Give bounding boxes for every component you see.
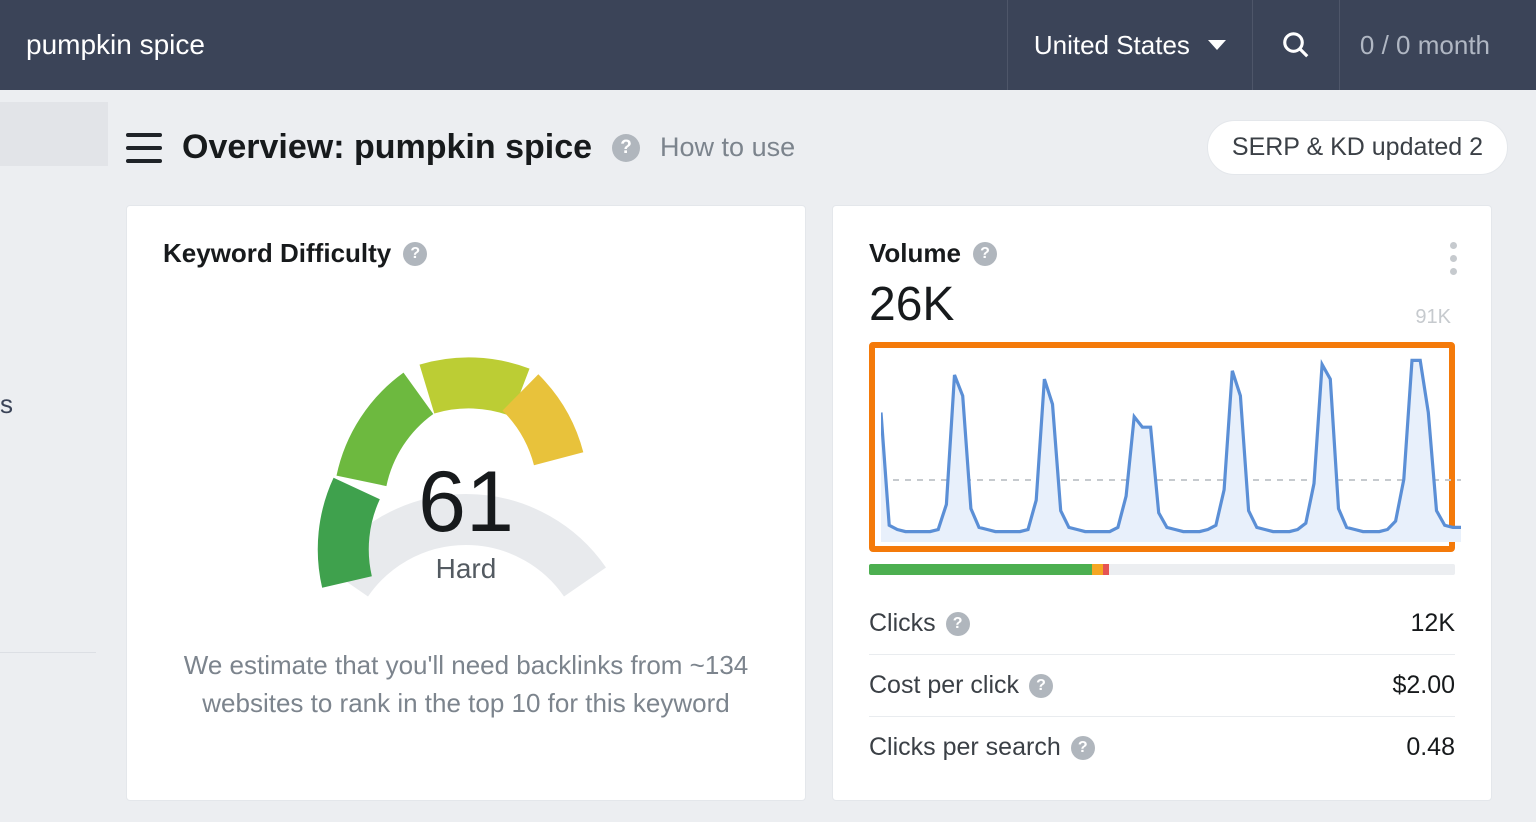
search-button[interactable] [1252, 0, 1339, 90]
how-to-use-link[interactable]: How to use [660, 132, 795, 163]
kd-value: 61 [296, 453, 636, 552]
help-icon[interactable]: ? [612, 134, 640, 162]
country-select[interactable]: United States [1007, 0, 1252, 90]
help-icon[interactable]: ? [403, 242, 427, 266]
keyword-search-input[interactable] [26, 29, 1007, 61]
sidebar-divider [0, 652, 96, 653]
volume-card: Volume ? 26K 91K Clicks ? 12K Cost per cli… [832, 205, 1492, 801]
dist-seg-empty [1109, 564, 1455, 575]
more-icon[interactable] [1450, 242, 1457, 275]
volume-value: 26K [869, 277, 1455, 332]
help-icon[interactable]: ? [946, 612, 970, 636]
keyword-difficulty-card: Keyword Difficulty ? 61 Hard We estimate… [126, 205, 806, 801]
metric-row: Clicks ? 12K [869, 593, 1455, 655]
metric-label: Cost per click ? [869, 671, 1053, 700]
clicks-distribution-bar [869, 564, 1455, 575]
update-status-pill[interactable]: SERP & KD updated 2 [1207, 120, 1508, 175]
chevron-down-icon [1208, 40, 1226, 50]
dist-seg-orange [1092, 564, 1104, 575]
metric-value: 0.48 [1406, 733, 1455, 762]
metric-value: $2.00 [1392, 671, 1455, 700]
help-icon[interactable]: ? [1029, 674, 1053, 698]
metric-row: Cost per click ? $2.00 [869, 655, 1455, 717]
volume-trend-highlight [869, 342, 1455, 552]
content-area: Keyword Difficulty ? 61 Hard We estimate… [0, 205, 1536, 801]
metric-label: Clicks per search ? [869, 733, 1095, 762]
volume-title: Volume ? [869, 238, 1455, 269]
metric-row: Clicks per search ? 0.48 [869, 717, 1455, 778]
metric-value: 12K [1411, 609, 1455, 638]
kd-label: Hard [296, 553, 636, 585]
kd-gauge: 61 Hard [163, 327, 769, 537]
menu-icon[interactable] [126, 133, 162, 163]
dist-seg-green [869, 564, 1092, 575]
volume-metrics: Clicks ? 12K Cost per click ? $2.00 Clicks p… [869, 593, 1455, 778]
country-label: United States [1034, 30, 1190, 61]
page-header: Overview: pumpkin spice ? How to use SER… [0, 90, 1536, 205]
help-icon[interactable]: ? [973, 242, 997, 266]
help-icon[interactable]: ? [1071, 736, 1095, 760]
volume-trend-chart [881, 352, 1461, 542]
usage-quota: 0 / 0 month [1339, 0, 1510, 90]
volume-max-label: 91K [1415, 306, 1451, 329]
kd-title: Keyword Difficulty ? [163, 238, 769, 269]
top-bar: United States 0 / 0 month [0, 0, 1536, 90]
metric-label: Clicks ? [869, 609, 970, 638]
page-title: Overview: pumpkin spice [182, 128, 592, 167]
sidebar-item-partial: s [0, 380, 14, 428]
sidebar-item-active[interactable] [0, 102, 108, 166]
search-icon [1281, 30, 1311, 60]
